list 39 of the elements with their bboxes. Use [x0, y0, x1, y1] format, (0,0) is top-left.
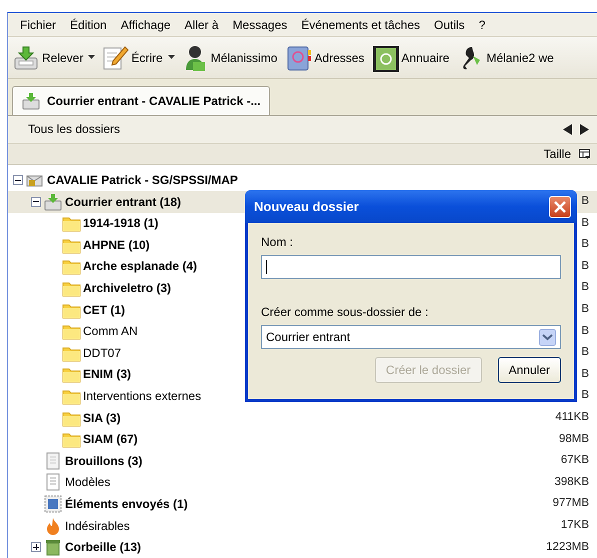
- folder-size: 977MB: [552, 496, 589, 512]
- field-label: Nom :: [261, 234, 294, 252]
- folder-size: B: [581, 237, 589, 252]
- folder-name: Modèles: [65, 474, 110, 492]
- folder-size: B: [581, 280, 589, 296]
- folder-size: 67KB: [560, 453, 589, 468]
- folder-size: B: [581, 194, 589, 210]
- dialog-title: Nouveau dossier: [254, 198, 359, 216]
- folder-name: Corbeille (13): [65, 539, 142, 556]
- folder-name: Comm AN: [83, 323, 138, 340]
- folder-name: CET (1): [83, 302, 125, 319]
- folder-name: SIA (3): [83, 410, 121, 427]
- folder-name: CAVALIE Patrick - SG/SPSSI/MAP: [47, 172, 238, 190]
- folder-size: B: [581, 216, 589, 231]
- folder-name: ENIM (3): [83, 366, 131, 384]
- folder-name: Courrier entrant (18): [65, 194, 182, 211]
- folder-size: B: [581, 366, 589, 382]
- folder-size: 17KB: [560, 518, 589, 533]
- folder-name: 1914-1918 (1): [83, 215, 158, 232]
- folder-name: DDT07: [83, 344, 122, 362]
- folder-size: B: [581, 324, 589, 339]
- pane-title: Tous les dossiers: [28, 121, 120, 138]
- folder-name: Brouillons (3): [65, 452, 142, 470]
- field-label: Créer comme sous-dossier de :: [261, 304, 430, 322]
- folder-size: 411KB: [555, 410, 589, 426]
- folder-size: 1223MB: [546, 540, 589, 555]
- folder-name: AHPNE (10): [83, 236, 150, 254]
- folder-size: B: [581, 388, 589, 404]
- folder-size: 398KB: [554, 474, 589, 490]
- folder-name: Interventions externes: [83, 388, 202, 406]
- folder-size: 98MB: [558, 432, 589, 447]
- folder-name: Indésirables: [65, 518, 130, 535]
- folder-size: B: [581, 302, 589, 318]
- folder-name: SIAM (67): [83, 431, 138, 448]
- folder-name: Éléments envoyés (1): [65, 496, 188, 514]
- folder-name: Arche esplanade (4): [83, 258, 198, 276]
- folder-name: Archiveletro (3): [83, 280, 172, 298]
- folder-size: B: [581, 345, 589, 360]
- folder-size: B: [581, 258, 589, 274]
